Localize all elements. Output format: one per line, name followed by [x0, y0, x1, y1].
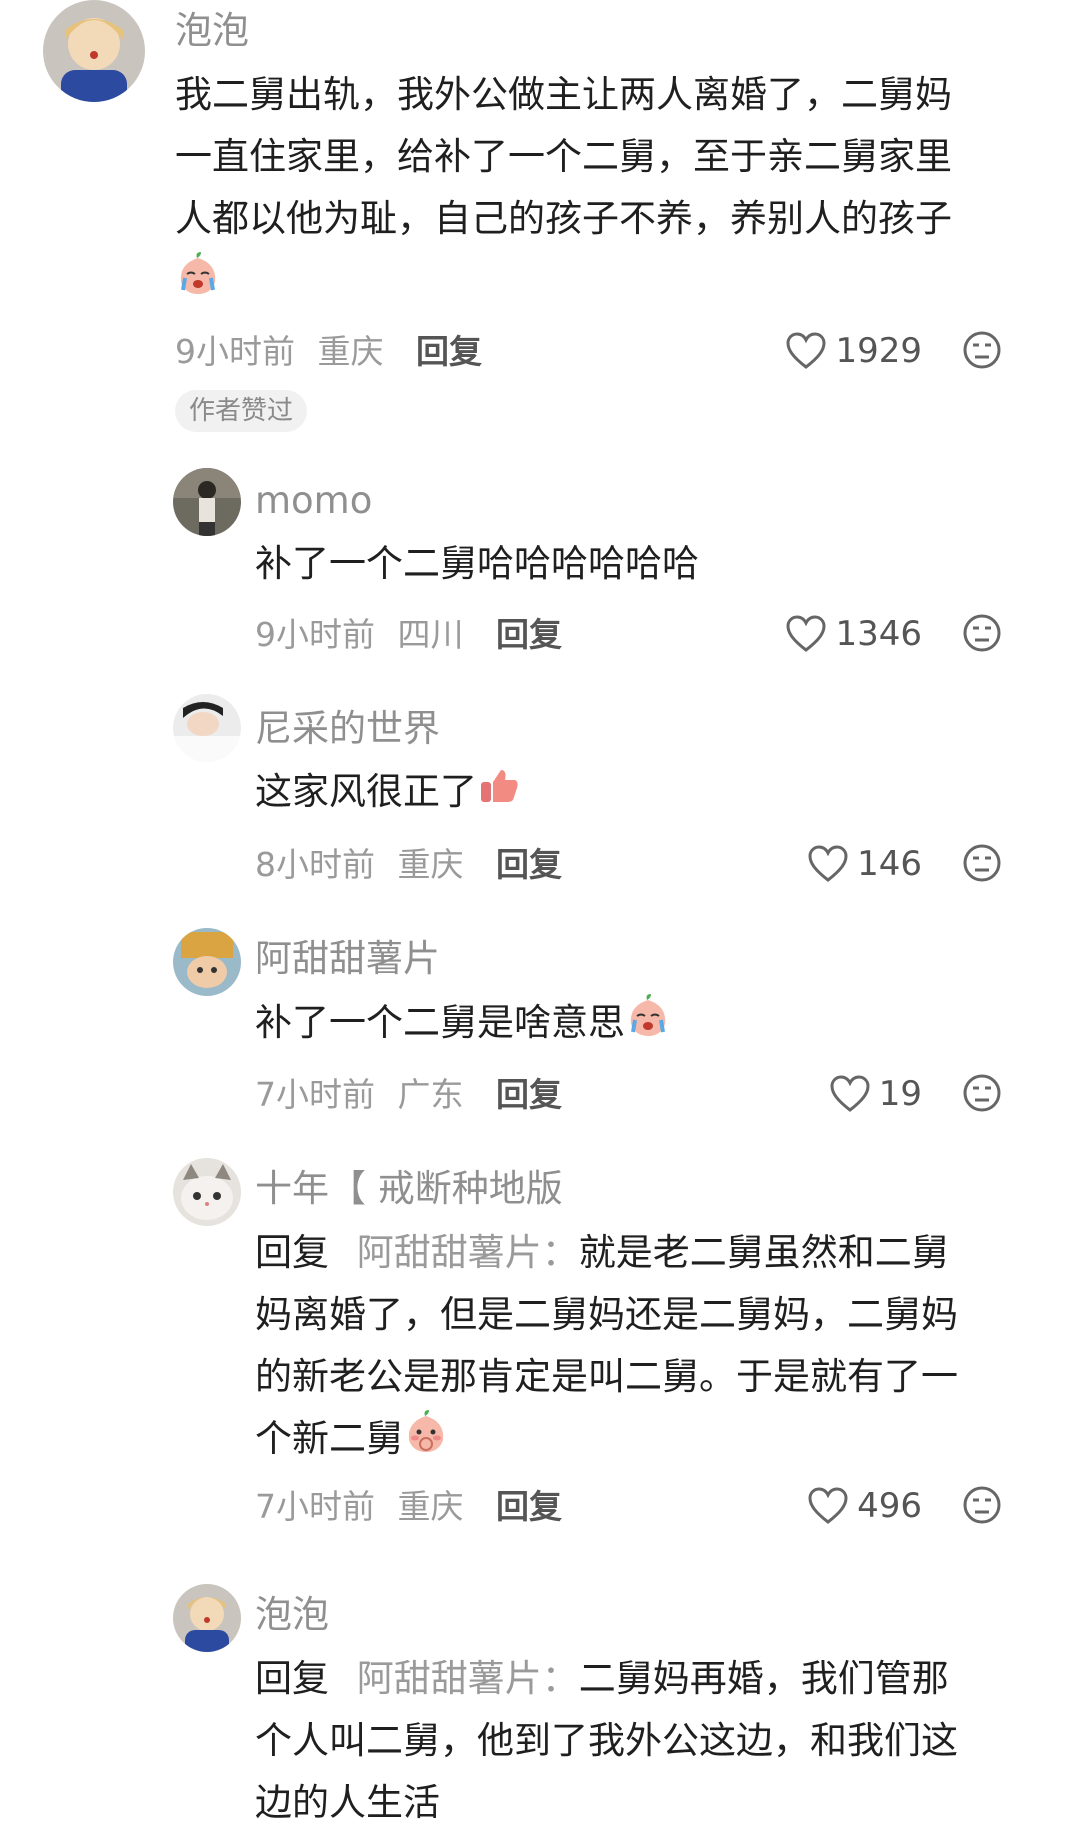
reply-button[interactable]: 回复 [496, 1487, 562, 1526]
dislike-face-icon [963, 1074, 1001, 1112]
thumbs-up-emoji [477, 763, 521, 825]
dislike-button[interactable] [962, 330, 1002, 374]
reply-button[interactable]: 回复 [496, 1075, 562, 1114]
comment-line: 一直住家里，给补了一个二舅，至于亲二舅家里 [175, 135, 952, 178]
reply-prefix: 回复 [255, 1231, 329, 1274]
heart-icon [808, 845, 848, 882]
dislike-face-icon [963, 331, 1001, 369]
comment-text: 补了一个二舅是啥意思 [255, 992, 671, 1057]
avatar[interactable] [173, 694, 241, 762]
heart-icon [830, 1075, 870, 1112]
comment-time: 7小时前 [255, 1487, 375, 1526]
reply-target-username[interactable]: 阿甜甜薯片： [357, 1657, 579, 1700]
like-button[interactable]: 1346 [785, 615, 922, 653]
like-button[interactable]: 1929 [785, 332, 922, 370]
comment-location: 重庆 [397, 1487, 464, 1526]
comment-line: 补了一个二舅是啥意思 [255, 1001, 625, 1044]
avatar[interactable] [173, 928, 241, 996]
comment-line: 就是老二舅虽然和二舅 [578, 1231, 949, 1274]
comment-line: 二舅妈再婚，我们管那 [578, 1657, 949, 1700]
avatar[interactable] [43, 0, 145, 102]
reply-button[interactable]: 回复 [416, 332, 482, 371]
like-count: 496 [857, 1486, 922, 1526]
dislike-button[interactable] [962, 1485, 1002, 1529]
username[interactable]: 十年【 戒断种地版 [255, 1170, 563, 1207]
comment-meta: 9小时前 重庆 回复 [175, 335, 482, 368]
comment-line: 这家风很正了 [255, 770, 477, 813]
heart-icon [808, 1487, 848, 1524]
comment-text: 这家风很正了 [255, 761, 521, 825]
dislike-face-icon [963, 844, 1001, 882]
like-count: 146 [857, 844, 922, 884]
comment-time: 9小时前 [255, 615, 375, 654]
comment-line: 妈离婚了，但是二舅妈还是二舅妈，二舅妈 [255, 1293, 958, 1336]
like-button[interactable]: 496 [807, 1487, 922, 1525]
comment-location: 四川 [397, 615, 464, 654]
reply-prefix: 回复 [255, 1657, 329, 1700]
dislike-face-icon [963, 1486, 1001, 1524]
comment-line: 我二舅出轨，我外公做主让两人离婚了，二舅妈 [175, 73, 952, 116]
author-liked-badge: 作者赞过 [175, 390, 308, 432]
comment-line: 边的人生活 [255, 1781, 440, 1824]
dislike-button[interactable] [962, 613, 1002, 657]
username[interactable]: 阿甜甜薯片 [255, 940, 440, 977]
like-button[interactable]: 19 [829, 1075, 922, 1113]
reply-target-username[interactable]: 阿甜甜薯片： [357, 1231, 579, 1274]
comment-text: 回复 阿甜甜薯片：二舅妈再婚，我们管那 个人叫二舅，他到了我外公这边，和我们这 … [255, 1648, 958, 1834]
comment-location: 重庆 [397, 845, 464, 884]
comment-line: 的新老公是那肯定是叫二舅。于是就有了一 [255, 1355, 958, 1398]
comment-meta: 9小时前 四川 回复 [255, 618, 562, 651]
comment-text: 我二舅出轨，我外公做主让两人离婚了，二舅妈 一直住家里，给补了一个二舅，至于亲二… [175, 64, 952, 312]
comment-text: 回复 阿甜甜薯片：就是老二舅虽然和二舅 妈离婚了，但是二舅妈还是二舅妈，二舅妈 … [255, 1222, 958, 1473]
dislike-button[interactable] [962, 1073, 1002, 1117]
crying-peach-emoji [625, 992, 671, 1057]
comment-text: 补了一个二舅哈哈哈哈哈哈 [255, 533, 699, 595]
comment-location: 重庆 [317, 332, 384, 371]
reply-button[interactable]: 回复 [496, 615, 562, 654]
comment-time: 8小时前 [255, 845, 375, 884]
comment-line: 个人叫二舅，他到了我外公这边，和我们这 [255, 1719, 958, 1762]
username[interactable]: 尼采的世界 [255, 710, 440, 747]
dislike-face-icon [963, 614, 1001, 652]
username[interactable]: 泡泡 [255, 1596, 329, 1633]
comment-meta: 8小时前 重庆 回复 [255, 848, 562, 881]
like-count: 1346 [835, 614, 922, 654]
like-count: 1929 [835, 331, 922, 371]
comment-time: 7小时前 [255, 1075, 375, 1114]
comment-line: 补了一个二舅哈哈哈哈哈哈 [255, 542, 699, 585]
comment-meta: 7小时前 广东 回复 [255, 1078, 562, 1111]
crying-peach-emoji [175, 250, 221, 315]
shy-peach-emoji [403, 1408, 449, 1473]
avatar[interactable] [173, 468, 241, 536]
heart-icon [786, 332, 826, 369]
like-button[interactable]: 146 [807, 845, 922, 883]
reply-button[interactable]: 回复 [496, 845, 562, 884]
username[interactable]: 泡泡 [175, 12, 249, 49]
comment-line: 个新二舅 [255, 1417, 403, 1460]
username[interactable]: momo [255, 482, 372, 519]
heart-icon [786, 615, 826, 652]
comment-line: 人都以他为耻，自己的孩子不养，养别人的孩子 [175, 197, 952, 240]
comment-location: 广东 [397, 1075, 464, 1114]
comment-time: 9小时前 [175, 332, 295, 371]
comment-meta: 7小时前 重庆 回复 [255, 1490, 562, 1523]
avatar[interactable] [173, 1158, 241, 1226]
avatar[interactable] [173, 1584, 241, 1652]
like-count: 19 [878, 1074, 922, 1114]
dislike-button[interactable] [962, 843, 1002, 887]
